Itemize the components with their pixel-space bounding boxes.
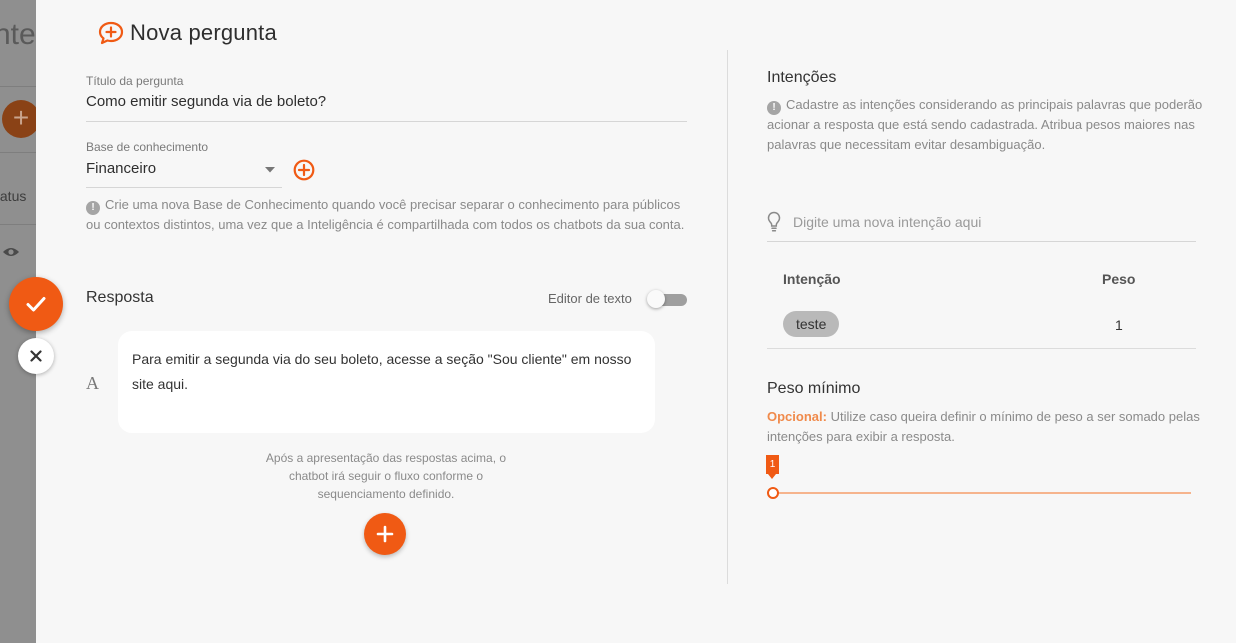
table-header-intent: Intenção: [783, 271, 841, 287]
column-divider: [727, 50, 728, 584]
min-weight-slider-track[interactable]: [773, 492, 1191, 494]
add-answer-button[interactable]: [364, 513, 406, 555]
min-weight-description: Opcional: Utilize caso queira definir o …: [767, 407, 1207, 447]
intent-weight: 1: [1115, 317, 1123, 333]
close-icon: [30, 350, 42, 362]
knowledge-base-select[interactable]: Base de conhecimento Financeiro: [86, 140, 282, 188]
knowledge-base-label: Base de conhecimento: [86, 140, 209, 154]
knowledge-base-value: Financeiro: [86, 160, 157, 177]
info-icon: !: [767, 101, 781, 115]
chevron-down-icon: [265, 167, 275, 173]
intents-info: ! Cadastre as intenções considerando as p…: [767, 95, 1207, 155]
page-title: Nova pergunta: [130, 20, 277, 45]
background-divider: [0, 86, 36, 87]
info-icon: !: [86, 201, 100, 215]
intent-input-placeholder: Digite uma nova intenção aqui: [793, 214, 982, 230]
background-divider: [0, 152, 36, 153]
min-weight-description-text: Utilize caso queira definir o mínimo de …: [767, 409, 1200, 444]
intents-title: Intenções: [767, 69, 837, 86]
background-title: nte: [0, 18, 36, 51]
question-title-input[interactable]: Como emitir segunda via de boleto?: [86, 93, 687, 110]
text-type-icon: A: [86, 373, 99, 393]
intents-table: Intenção Peso teste 1: [767, 262, 1196, 349]
plus-icon: [376, 525, 394, 543]
background-status-header: tatus: [0, 188, 27, 204]
knowledge-base-info-text: Crie uma nova Base de Conhecimento quand…: [86, 197, 685, 232]
table-header-weight: Peso: [1102, 271, 1136, 287]
close-button[interactable]: [18, 338, 54, 374]
chat-plus-icon: [98, 21, 124, 45]
question-title-label: Título da pergunta: [86, 74, 184, 88]
add-circle-icon[interactable]: [293, 159, 315, 181]
table-row[interactable]: teste 1: [783, 311, 1183, 341]
check-icon: [26, 297, 46, 312]
flow-note: Após a apresentação das respostas acima,…: [265, 451, 507, 501]
answer-card[interactable]: Para emitir a segunda via do seu boleto,…: [118, 331, 655, 433]
answer-text[interactable]: Para emitir a segunda via do seu boleto,…: [132, 347, 632, 397]
lightbulb-icon: [767, 211, 781, 232]
question-title-field[interactable]: Título da pergunta Como emitir segunda v…: [86, 74, 687, 122]
intent-chip[interactable]: teste: [783, 311, 840, 337]
optional-label: Opcional:: [767, 409, 827, 424]
intents-info-text: Cadastre as intenções considerando as pr…: [767, 97, 1203, 152]
background-divider: [0, 224, 36, 225]
editor-toggle[interactable]: [647, 290, 687, 308]
response-label: Resposta: [86, 289, 154, 306]
background-add-button: +: [2, 100, 36, 138]
intent-input-field[interactable]: Digite uma nova intenção aqui: [767, 208, 1196, 242]
editor-toggle-label: Editor de texto: [548, 291, 632, 306]
drawer-header: Nova pergunta: [98, 20, 277, 46]
confirm-button[interactable]: [9, 277, 63, 331]
knowledge-base-info: ! Crie uma nova Base de Conhecimento quan…: [86, 195, 696, 235]
eye-icon: [3, 248, 19, 256]
min-weight-slider-thumb[interactable]: [767, 487, 779, 499]
min-weight-title: Peso mínimo: [767, 380, 861, 397]
toggle-knob: [647, 290, 665, 308]
new-question-drawer: Nova pergunta Título da pergunta Como em…: [36, 0, 1236, 643]
min-weight-slider-value: 1: [766, 455, 779, 479]
